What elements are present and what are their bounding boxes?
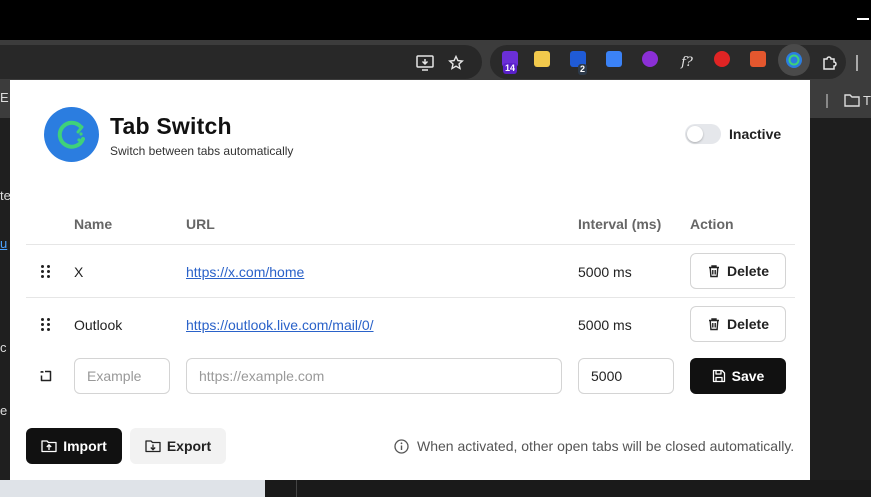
folder-upload-icon [41, 440, 57, 453]
new-row-icon [39, 369, 53, 388]
extension-docs-icon[interactable] [606, 51, 622, 67]
new-interval-input[interactable]: 5000 [578, 358, 674, 394]
row-divider [26, 244, 795, 245]
save-button-label: Save [731, 368, 765, 384]
page-background [265, 480, 871, 497]
extension-vpn-icon[interactable] [642, 51, 658, 67]
app-title: Tab Switch [110, 113, 232, 139]
app-subtitle: Switch between tabs automatically [110, 144, 294, 158]
row-name: X [74, 264, 84, 280]
page-background [0, 480, 265, 497]
column-header-interval: Interval (ms) [578, 216, 662, 232]
bookmark-label[interactable]: T [863, 93, 871, 108]
folder-download-icon [145, 440, 161, 453]
info-note: When activated, other open tabs will be … [394, 438, 794, 454]
column-header-action: Action [690, 216, 734, 232]
column-header-url: URL [186, 216, 215, 232]
minimize-icon[interactable] [857, 18, 869, 20]
extension-tomato-icon[interactable] [750, 51, 766, 67]
page-text-fragment: e [0, 403, 8, 418]
bookmarks-divider [826, 94, 828, 108]
extension-badge: 2 [578, 64, 588, 75]
page-divider [296, 480, 297, 497]
page-link-fragment: u [0, 236, 8, 251]
delete-button-label: Delete [726, 263, 770, 279]
active-toggle[interactable] [685, 124, 721, 144]
delete-button[interactable]: Delete [690, 306, 786, 342]
column-header-name: Name [74, 216, 113, 232]
info-icon [394, 438, 409, 454]
row-url-link[interactable]: https://x.com/home [186, 264, 304, 280]
tab-switch-logo-icon [44, 107, 99, 162]
row-interval: 5000 ms [578, 264, 632, 280]
trash-icon [708, 265, 719, 278]
bookmark-star-icon[interactable] [445, 52, 467, 74]
extension-notes-icon[interactable] [534, 51, 550, 67]
row-interval: 5000 ms [578, 317, 632, 333]
export-button-label: Export [166, 438, 212, 454]
install-app-icon[interactable] [414, 52, 436, 74]
toolbar-divider [856, 55, 858, 71]
address-bar[interactable] [0, 45, 482, 79]
extensions-puzzle-icon[interactable] [819, 52, 841, 74]
import-button[interactable]: Import [26, 428, 122, 464]
extension-adblock-icon[interactable] [714, 51, 730, 67]
import-button-label: Import [63, 438, 107, 454]
delete-button-label: Delete [726, 316, 770, 332]
info-text: When activated, other open tabs will be … [417, 438, 795, 454]
delete-button[interactable]: Delete [690, 253, 786, 289]
row-url-link[interactable]: https://outlook.live.com/mail/0/ [186, 317, 374, 333]
new-name-input[interactable]: Example [74, 358, 170, 394]
browser-title-bar [0, 0, 871, 40]
drag-handle-icon[interactable] [40, 265, 52, 279]
trash-icon [708, 318, 719, 331]
save-icon [712, 369, 725, 383]
status-label: Inactive [729, 126, 782, 142]
export-button[interactable]: Export [130, 428, 226, 464]
new-url-input[interactable]: https://example.com [186, 358, 562, 394]
page-text-fragment: c [0, 340, 7, 355]
row-divider [26, 297, 795, 298]
browser-toolbar: 14 2 f? [0, 40, 871, 84]
tab-switch-popup: Tab Switch Switch between tabs automatic… [10, 80, 810, 480]
row-name: Outlook [74, 317, 123, 333]
drag-handle-icon[interactable] [40, 318, 52, 332]
page-background [810, 118, 871, 497]
save-button[interactable]: Save [690, 358, 786, 394]
toggle-knob [687, 126, 703, 142]
extension-badge: 14 [503, 63, 518, 74]
page-text-fragment: E [0, 90, 10, 105]
page-background [0, 118, 10, 497]
folder-icon[interactable] [844, 93, 860, 112]
extension-tab-switch-active[interactable] [778, 44, 810, 76]
extension-font-icon[interactable]: f? [676, 51, 698, 73]
